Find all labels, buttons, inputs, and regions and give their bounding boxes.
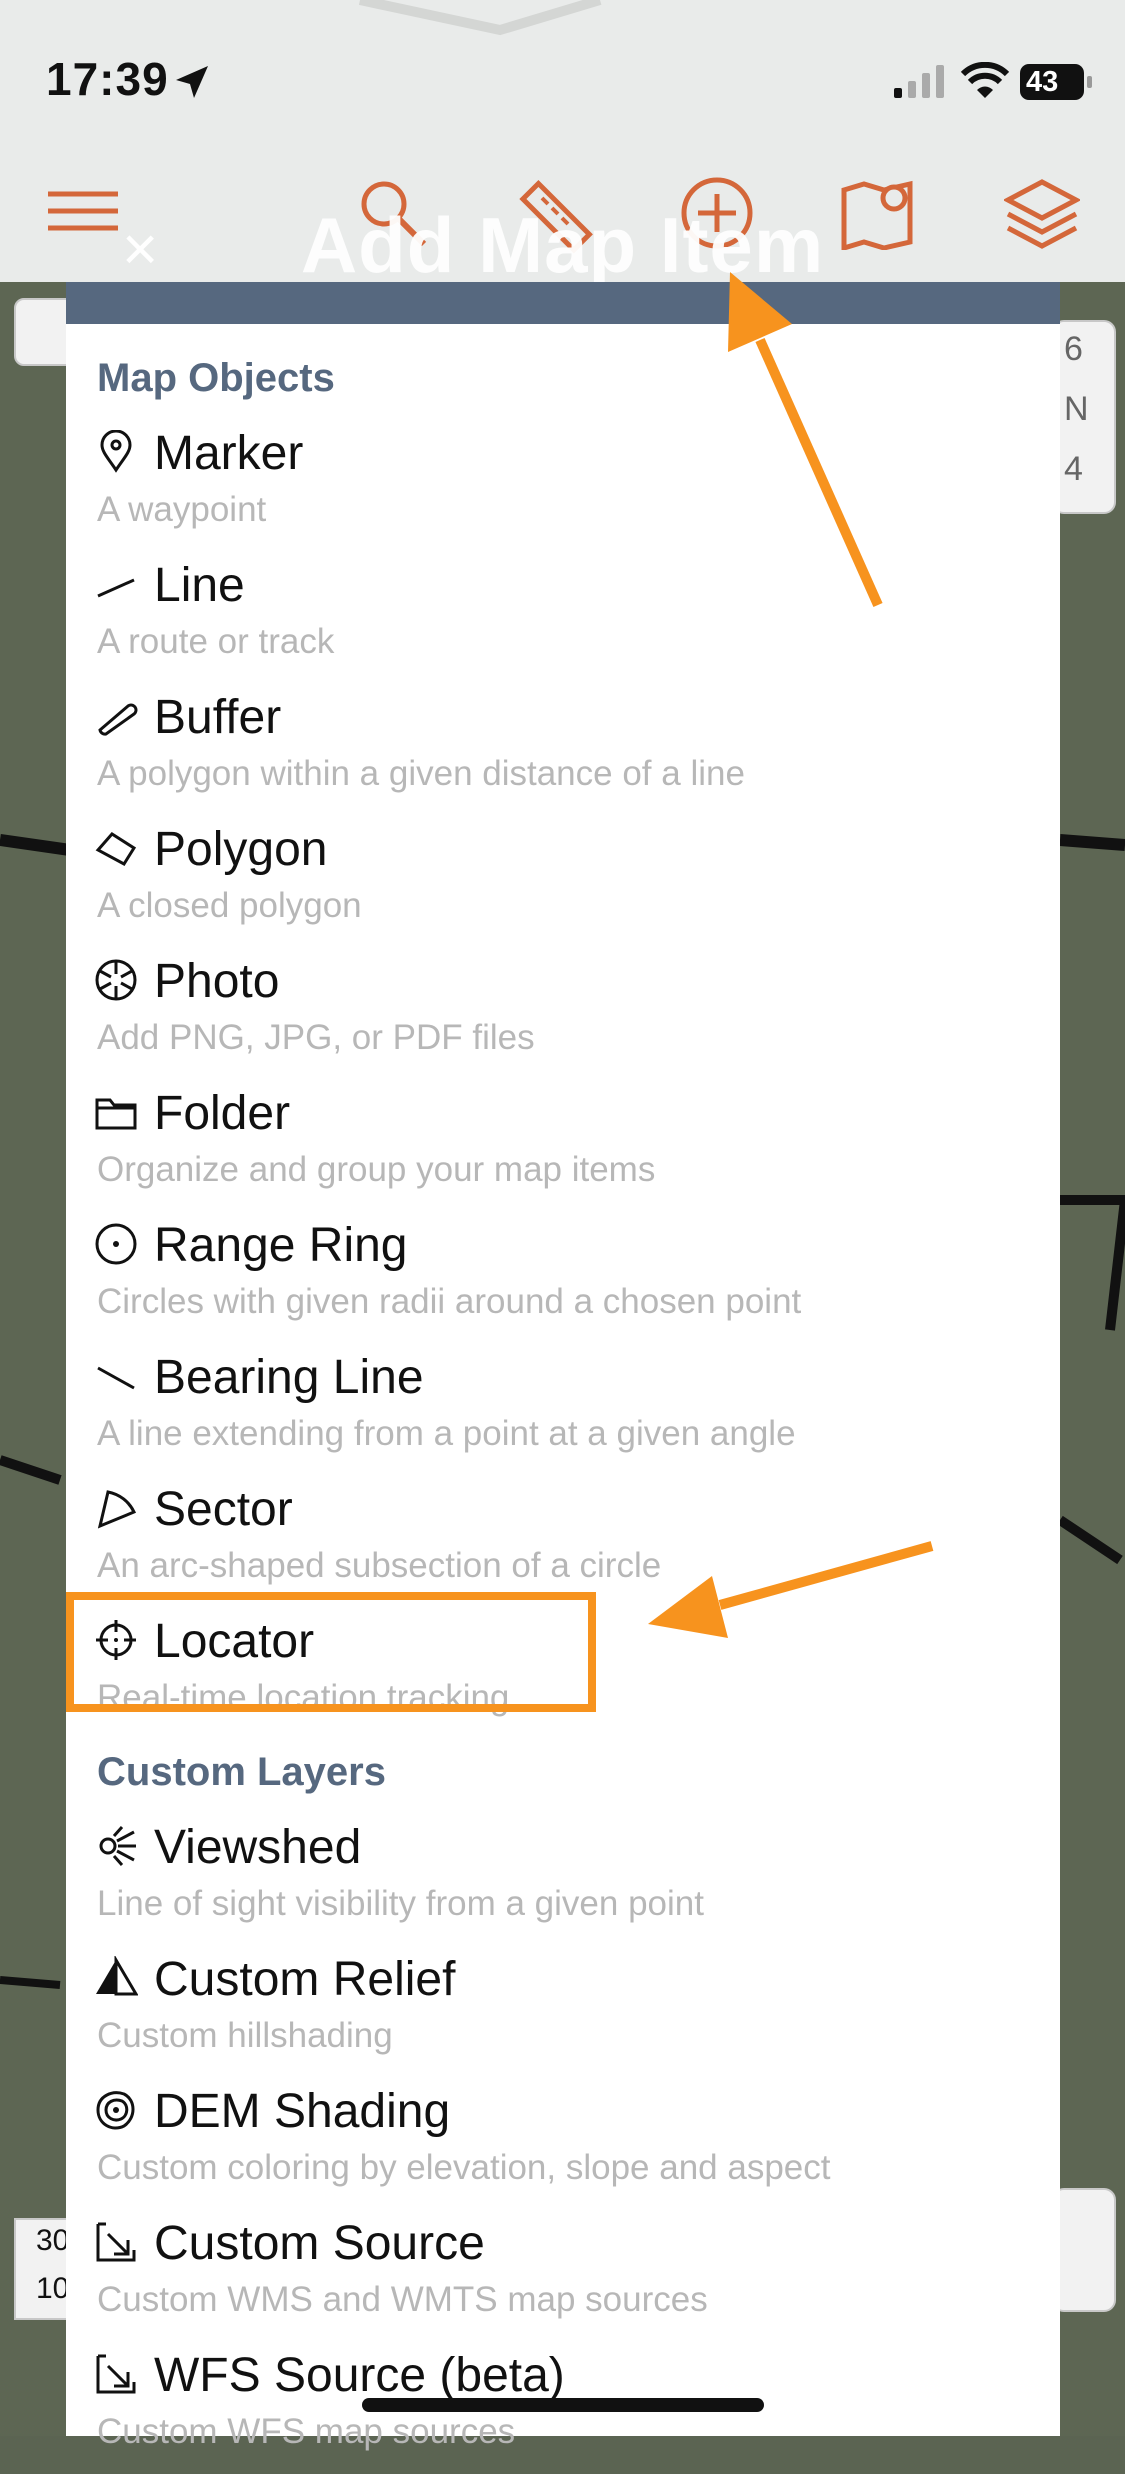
side-chip-text-1: 6 — [1064, 330, 1083, 368]
range-ring-icon — [95, 1223, 137, 1265]
custom-source-icon — [96, 2222, 136, 2262]
menu-item-desc: A waypoint — [97, 490, 267, 529]
line-icon — [97, 578, 135, 598]
menu-item-desc: An arc-shaped subsection of a circle — [97, 1546, 662, 1585]
menu-item-label: Folder — [154, 1087, 291, 1140]
menu-item-label: Polygon — [154, 823, 328, 876]
menu-item-bearing-line[interactable]: Bearing Line A line extending from a poi… — [66, 1346, 1060, 1476]
menu-item-desc: Custom WFS map sources — [97, 2412, 516, 2451]
menu-item-custom-source[interactable]: Custom Source Custom WMS and WMTS map so… — [66, 2212, 1060, 2342]
bearing-line-icon — [97, 1366, 135, 1390]
menu-item-label: DEM Shading — [154, 2085, 451, 2138]
menu-item-label: Custom Relief — [154, 1953, 456, 2006]
menu-item-desc: Line of sight visibility from a given po… — [97, 1884, 704, 1923]
menu-item-desc: Custom coloring by elevation, slope and … — [97, 2148, 831, 2187]
battery-icon: 43 — [1020, 64, 1084, 100]
photo-icon — [95, 959, 137, 1001]
sector-icon — [97, 1490, 137, 1529]
menu-item-folder[interactable]: Folder Organize and group your map items — [66, 1082, 1060, 1212]
scale-text-2: 10 — [36, 2272, 70, 2305]
side-chip-text-2: N — [1064, 390, 1089, 428]
signal-icon — [894, 65, 944, 98]
scale-text-1: 30 — [36, 2224, 70, 2257]
home-indicator[interactable] — [362, 2398, 764, 2412]
menu-item-desc: Circles with given radii around a chosen… — [97, 1282, 802, 1321]
menu-item-desc: A polygon within a given distance of a l… — [97, 754, 745, 793]
buffer-icon — [98, 703, 138, 736]
section-title-map-objects: Map Objects — [97, 356, 335, 400]
menu-item-desc: A closed polygon — [97, 886, 362, 925]
menu-item-dem-shading[interactable]: DEM Shading Custom coloring by elevation… — [66, 2080, 1060, 2210]
menu-item-label: Line — [154, 559, 245, 612]
folder-icon — [95, 1098, 137, 1130]
custom-relief-icon — [96, 1956, 138, 1996]
menu-item-desc: A line extending from a point at a given… — [97, 1414, 796, 1453]
menu-item-label: Bearing Line — [154, 1351, 424, 1404]
menu-item-desc: Custom hillshading — [97, 2016, 393, 2055]
side-chip-right[interactable]: 6 N 4 — [1052, 320, 1116, 514]
battery-level: 43 — [1026, 66, 1059, 98]
menu-item-polygon[interactable]: Polygon A closed polygon — [66, 818, 1060, 948]
menu-item-line[interactable]: Line A route or track — [66, 554, 1060, 684]
menu-item-range-ring[interactable]: Range Ring Circles with given radii arou… — [66, 1214, 1060, 1344]
menu-item-label: Custom Source — [154, 2217, 485, 2270]
menu-item-desc: A route or track — [97, 622, 335, 661]
menu-item-marker[interactable]: Marker A waypoint — [66, 422, 1060, 552]
menu-item-photo[interactable]: Photo Add PNG, JPG, or PDF files — [66, 950, 1060, 1080]
menu-item-label: Range Ring — [154, 1219, 408, 1272]
menu-item-label: WFS Source (beta) — [154, 2349, 565, 2402]
marker-icon — [100, 430, 132, 473]
status-time: 17:39 — [46, 53, 169, 105]
polygon-icon — [95, 832, 137, 866]
side-chip-right-bottom[interactable] — [1052, 2188, 1116, 2312]
menu-item-custom-relief[interactable]: Custom Relief Custom hillshading — [66, 1948, 1060, 2078]
menu-item-sector[interactable]: Sector An arc-shaped subsection of a cir… — [66, 1478, 1060, 1608]
status-bar: 17:39 43 — [0, 0, 1125, 160]
menu-item-label: Buffer — [154, 691, 282, 744]
section-title-custom-layers: Custom Layers — [97, 1750, 386, 1794]
location-arrow-icon — [176, 66, 208, 98]
menu-item-viewshed[interactable]: Viewshed Line of sight visibility from a… — [66, 1816, 1060, 1946]
add-map-item-panel: Map Objects Marker A waypoint Line A rou… — [66, 282, 1060, 2451]
side-chip-text-3: 4 — [1064, 450, 1083, 488]
locator-highlight-box — [66, 1592, 596, 1712]
viewshed-icon — [99, 1826, 136, 1866]
menu-item-desc: Custom WMS and WMTS map sources — [97, 2280, 708, 2319]
wifi-icon — [960, 62, 1010, 98]
menu-item-label: Sector — [154, 1483, 293, 1536]
panel-header-bar — [66, 282, 1060, 324]
menu-item-label: Marker — [154, 427, 304, 480]
wfs-source-icon — [96, 2354, 136, 2394]
menu-item-label: Photo — [154, 955, 280, 1008]
menu-item-desc: Organize and group your map items — [97, 1150, 656, 1189]
menu-item-desc: Add PNG, JPG, or PDF files — [97, 1018, 535, 1057]
battery-tip — [1087, 76, 1092, 88]
dem-shading-icon — [96, 2091, 135, 2130]
menu-item-buffer[interactable]: Buffer A polygon within a given distance… — [66, 686, 1060, 816]
modal-title: Add Map Item — [300, 201, 825, 289]
menu-item-label: Viewshed — [154, 1821, 362, 1874]
